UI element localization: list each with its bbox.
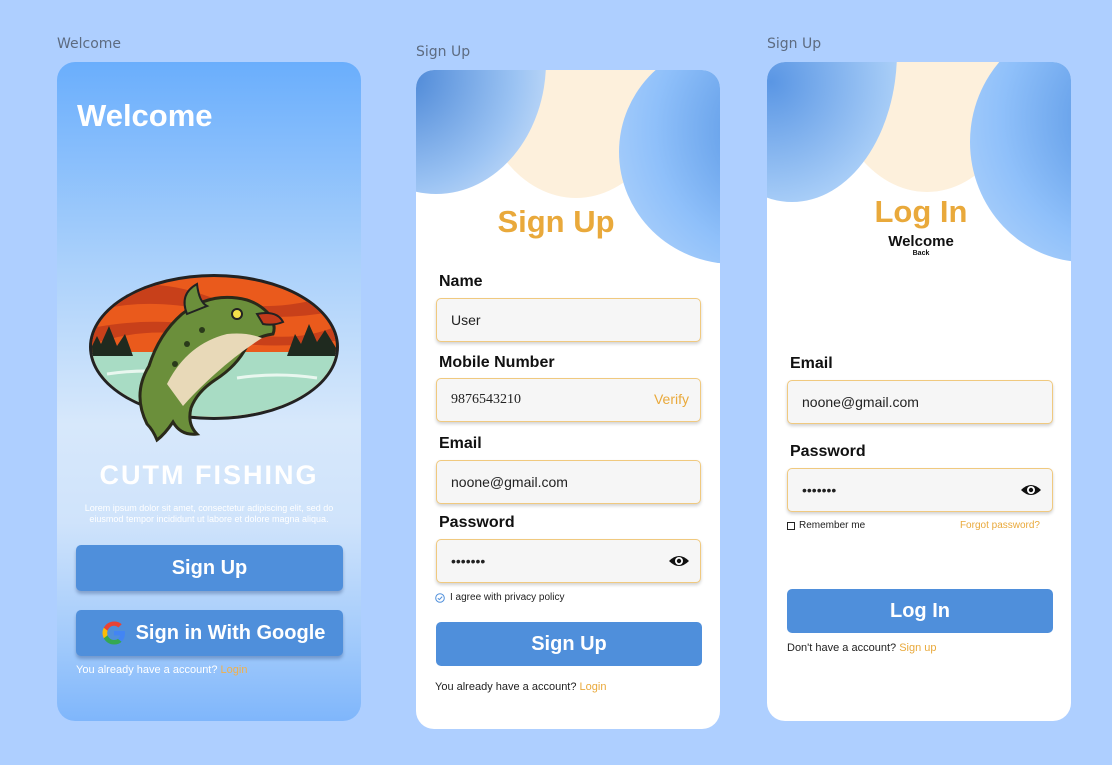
remember-row[interactable]: Remember me: [787, 520, 865, 531]
welcome-footer-text: You already have a account?: [76, 664, 218, 676]
eye-icon[interactable]: [668, 552, 690, 570]
login-signup-link[interactable]: Sign up: [899, 642, 936, 654]
password-field[interactable]: •••••••: [436, 539, 701, 583]
signup-screen: Sign Up Name Mobile Number 9876543210 Ve…: [416, 70, 720, 729]
email-input[interactable]: [451, 474, 700, 490]
welcome-signup-label: Sign Up: [171, 556, 248, 579]
welcome-back-title: Welcome: [888, 233, 954, 250]
decor-circle-right: [970, 62, 1071, 262]
login-email-field[interactable]: [787, 380, 1053, 424]
google-signin-button[interactable]: Sign in With Google: [76, 610, 343, 656]
frame-label-signup: Sign Up: [416, 44, 471, 60]
welcome-screen: Welcome CUTM FISHING Lorem ipsum dolor s…: [57, 62, 361, 721]
google-signin-label: Sign in With Google: [135, 621, 326, 644]
signup-footer: You already have a account? Login: [435, 681, 606, 693]
email-field[interactable]: [436, 460, 701, 504]
password-value: •••••••: [451, 553, 486, 569]
mobile-value: 9876543210: [451, 392, 521, 407]
decor-circle-left: [767, 62, 897, 202]
frame-label-welcome: Welcome: [57, 36, 122, 52]
google-icon: [102, 621, 125, 645]
welcome-description: Lorem ipsum dolor sit amet, consectetur …: [84, 503, 334, 524]
mobile-label: Mobile Number: [439, 354, 555, 371]
welcome-footer: You already have a account? Login: [76, 664, 247, 676]
back-subtitle: Back: [912, 250, 930, 257]
password-label: Password: [439, 514, 515, 531]
signup-footer-text: You already have a account?: [435, 681, 577, 693]
name-input[interactable]: [451, 312, 700, 328]
login-email-input[interactable]: [802, 394, 1052, 410]
welcome-title: Welcome: [77, 98, 213, 133]
welcome-signup-button[interactable]: Sign Up: [76, 545, 343, 591]
login-password-value: •••••••: [802, 482, 837, 498]
agree-text: I agree with privacy policy: [450, 592, 565, 603]
frame-label-login: Sign Up: [767, 36, 822, 52]
login-title: Log In: [874, 194, 968, 229]
fishing-logo: [87, 274, 341, 444]
agree-row[interactable]: I agree with privacy policy: [435, 592, 565, 603]
login-submit-button[interactable]: Log In: [787, 589, 1053, 633]
signup-submit-button[interactable]: Sign Up: [436, 622, 702, 666]
email-label: Email: [439, 435, 482, 452]
welcome-login-link[interactable]: Login: [221, 664, 248, 676]
signup-submit-label: Sign Up: [531, 632, 607, 655]
login-password-field[interactable]: •••••••: [787, 468, 1053, 512]
forgot-password-link[interactable]: Forgot password?: [960, 520, 1040, 531]
check-circle-icon[interactable]: [435, 592, 445, 603]
signup-title: Sign Up: [497, 204, 615, 239]
name-label: Name: [439, 273, 483, 290]
login-submit-label: Log In: [890, 599, 950, 622]
mobile-field[interactable]: 9876543210 Verify: [436, 378, 701, 422]
signup-login-link[interactable]: Login: [580, 681, 607, 693]
brand-name: CUTM FISHING: [99, 460, 319, 490]
login-password-label: Password: [790, 443, 866, 460]
remember-checkbox[interactable]: [787, 521, 795, 530]
login-footer: Don't have a account? Sign up: [787, 642, 937, 654]
verify-link[interactable]: Verify: [654, 391, 689, 407]
login-screen: Log In Welcome Back Email Password •••••…: [767, 62, 1071, 721]
remember-label: Remember me: [799, 520, 866, 531]
name-field[interactable]: [436, 298, 701, 342]
login-email-label: Email: [790, 355, 833, 372]
eye-icon[interactable]: [1020, 481, 1042, 499]
login-footer-text: Don't have a account?: [787, 642, 897, 654]
